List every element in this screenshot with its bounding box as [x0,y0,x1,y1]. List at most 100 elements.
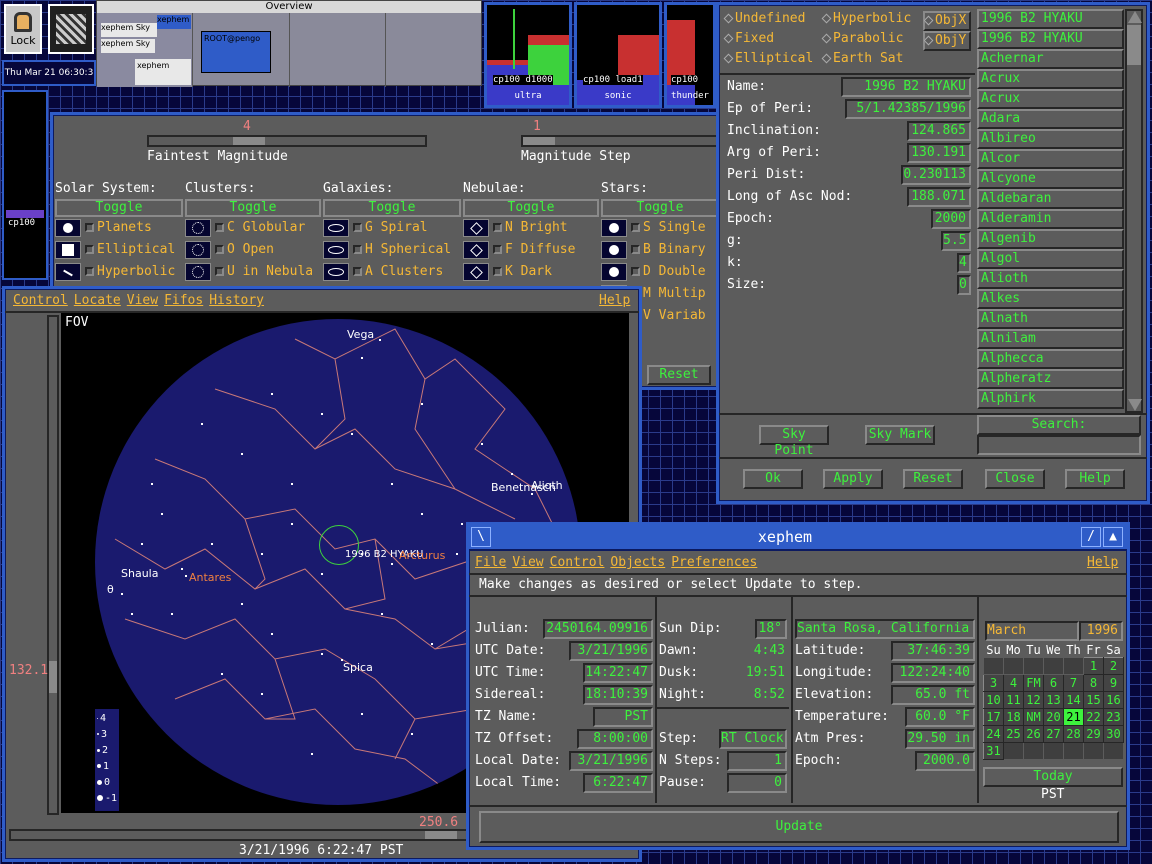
star-dot[interactable] [421,403,423,405]
calendar-day[interactable]: 13 [1043,691,1064,709]
object-list-item[interactable]: Aldebaran [977,189,1124,209]
calendar-day[interactable]: 26 [1023,725,1044,743]
checkbox-icon[interactable] [215,223,224,232]
calendar-day[interactable]: 28 [1063,725,1084,743]
menu-control[interactable]: Control [13,293,68,308]
dialog-close-button[interactable]: Close [985,469,1045,489]
star-dot[interactable] [261,693,263,695]
toggle-button[interactable]: Toggle [185,199,321,217]
object-field-value[interactable]: 0 [957,275,971,295]
calendar-day[interactable]: 20 [1043,708,1064,726]
filter-checkbox[interactable]: Elliptical [85,242,175,257]
faintest-slider[interactable] [147,135,427,147]
checkbox-icon[interactable] [493,223,502,232]
overview-pager[interactable]: Overview xephem xephem Sky xephem Sky RO… [96,0,482,87]
site-field[interactable]: Santa Rosa, California [795,619,975,639]
star-dot[interactable] [321,413,323,415]
star-dot[interactable] [411,733,413,735]
star-dot[interactable] [391,563,393,565]
menu-preferences[interactable]: Preferences [671,555,757,570]
calendar-day[interactable]: 10 [983,691,1004,709]
azimuth-slider-thumb[interactable] [425,831,457,839]
object-type-radio[interactable]: Undefined [723,11,821,31]
calendar-day[interactable]: FM [1023,674,1044,692]
checkbox-icon[interactable] [493,245,502,254]
object-list-item[interactable]: Alnath [977,309,1124,329]
object-list-item[interactable]: Alphecca [977,349,1124,369]
site-field-value[interactable]: 122:24:40 [891,663,975,683]
calendar-day[interactable]: 24 [983,725,1004,743]
object-list-item[interactable]: Algenib [977,229,1124,249]
calendar-day[interactable]: 21 [1063,708,1084,726]
menu-view[interactable]: View [127,293,158,308]
star-dot[interactable] [291,523,293,525]
object-type-radio[interactable]: Elliptical [723,51,821,71]
calendar-day[interactable]: 12 [1023,691,1044,709]
checkbox-icon[interactable] [631,223,640,232]
menu-fifos[interactable]: Fifos [164,293,203,308]
star-dot[interactable] [351,433,353,435]
calendar-month[interactable]: March [985,621,1079,641]
star-dot[interactable] [421,513,423,515]
star-dot[interactable] [311,753,313,755]
step-slider-thumb[interactable] [523,137,555,145]
scroll-thumb[interactable] [1127,25,1141,65]
calendar-day[interactable]: 2 [1103,657,1124,675]
time-field-value[interactable]: 14:22:47 [583,663,653,683]
star-dot[interactable] [185,575,187,577]
filter-checkbox[interactable]: C Globular [215,220,305,235]
menu-help[interactable]: Help [599,293,630,308]
lock-button[interactable]: Lock [4,4,42,54]
sky-help-menu[interactable]: Help [599,293,636,308]
filter-reset-button[interactable]: Reset [647,365,711,385]
star-dot[interactable] [361,357,363,359]
object-list-item[interactable]: Adara [977,109,1124,129]
object-field-value[interactable]: 1996 B2 HYAKU [841,77,971,97]
filter-checkbox[interactable]: O Open [215,242,274,257]
object-list-item[interactable]: Achernar [977,49,1124,69]
filter-checkbox[interactable]: Planets [85,220,152,235]
star-dot[interactable] [321,653,323,655]
altitude-slider-thumb[interactable] [49,661,57,693]
object-list-item[interactable]: Algol [977,249,1124,269]
scroll-down-icon[interactable] [1128,399,1142,411]
checkbox-icon[interactable] [353,223,362,232]
filter-checkbox[interactable]: S Single [631,220,706,235]
star-dot[interactable] [201,423,203,425]
object-list-scrollbar[interactable] [1125,9,1143,413]
star-dot[interactable] [141,543,143,545]
update-button[interactable]: Update [479,811,1119,843]
star-dot[interactable] [381,613,383,615]
object-list-item[interactable]: Alnilam [977,329,1124,349]
star-dot[interactable] [161,513,163,515]
desktop-icon[interactable] [48,4,94,54]
calendar-day[interactable]: 4 [1003,674,1024,692]
filter-checkbox[interactable]: G Spiral [353,220,428,235]
object-field-value[interactable]: 5/1.42385/1996 [845,99,971,119]
star-dot[interactable] [121,593,123,595]
star-dot[interactable] [379,339,381,341]
dialog-help-button[interactable]: Help [1065,469,1125,489]
site-field-value[interactable]: 2000.0 [915,751,975,771]
object-list-item[interactable]: 1996 B2 HYAKU [977,29,1124,49]
filter-checkbox[interactable]: A Clusters [353,264,443,279]
star-dot[interactable] [461,523,463,525]
object-type-radio[interactable]: Hyperbolic [821,11,923,31]
time-field-value[interactable]: 18:10:39 [583,685,653,705]
filter-checkbox[interactable]: V Variab [631,308,706,323]
site-field-value[interactable]: 37:46:39 [891,641,975,661]
object-list-item[interactable]: Alderamin [977,209,1124,229]
filter-checkbox[interactable]: Hyperbolic [85,264,175,279]
checkbox-icon[interactable] [215,267,224,276]
toggle-button[interactable]: Toggle [323,199,461,217]
checkbox-icon[interactable] [215,245,224,254]
star-dot[interactable] [241,603,243,605]
star-dot[interactable] [271,633,273,635]
filter-checkbox[interactable]: N Bright [493,220,568,235]
object-list-item[interactable]: Alphirk [977,389,1124,409]
faintest-slider-thumb[interactable] [233,137,265,145]
calendar-day[interactable]: 15 [1083,691,1104,709]
calendar-day[interactable]: 3 [983,674,1004,692]
dialog-reset-button[interactable]: Reset [903,469,963,489]
star-dot[interactable] [241,453,243,455]
